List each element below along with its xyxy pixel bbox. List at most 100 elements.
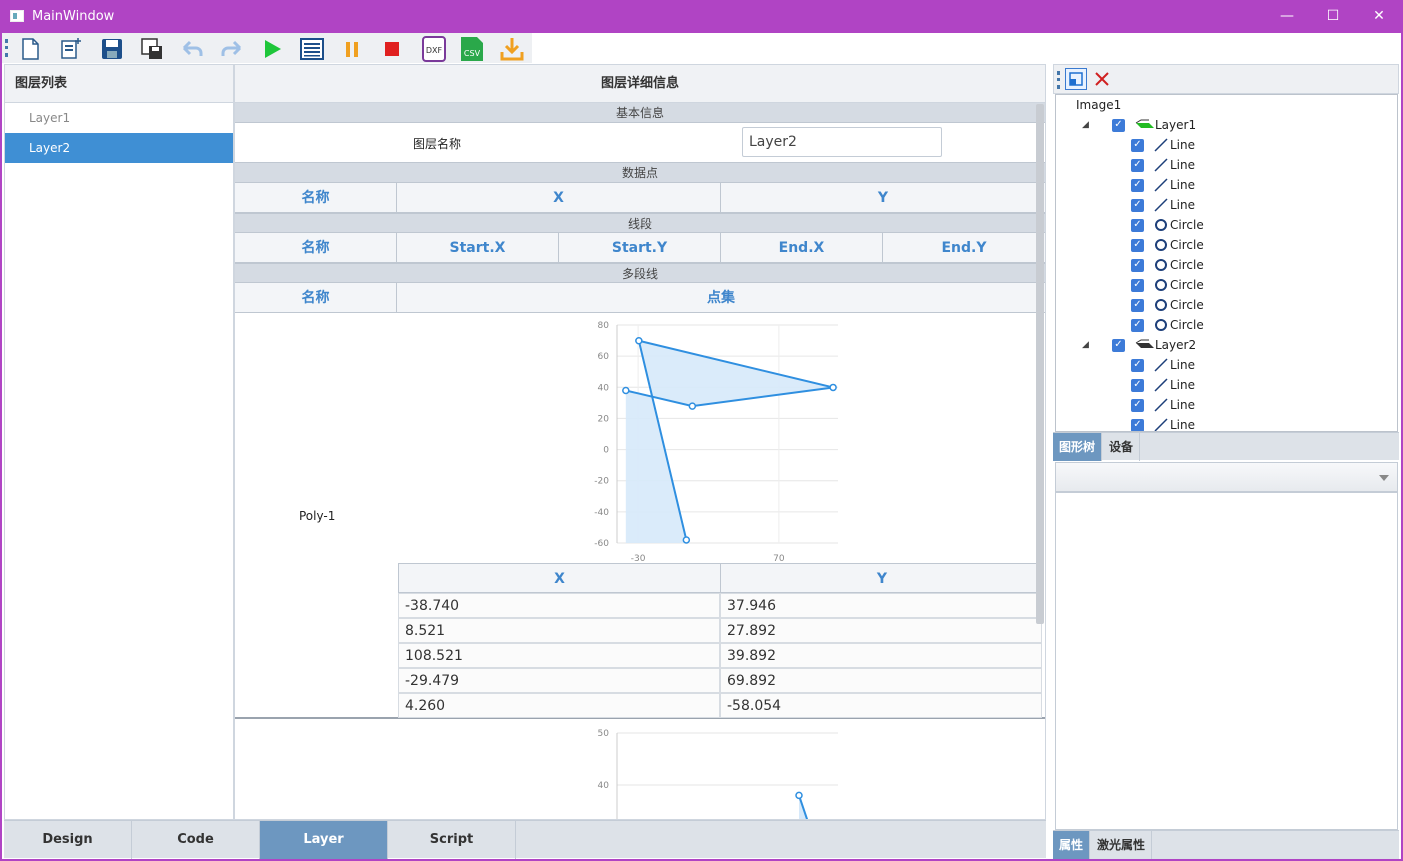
tree-node-label: Line <box>1170 378 1196 392</box>
table-cell[interactable]: -58.054 <box>720 693 1042 718</box>
table-cell[interactable]: 8.521 <box>398 618 720 643</box>
checkbox[interactable]: ✓ <box>1131 138 1144 152</box>
tab-shape-tree[interactable]: 图形树 <box>1053 433 1103 461</box>
tab-device[interactable]: 设备 <box>1103 433 1141 461</box>
checkbox[interactable]: ✓ <box>1131 318 1144 332</box>
tree-shape-node[interactable]: ✓ Circle <box>1131 315 1204 335</box>
table-cell[interactable]: 108.521 <box>398 643 720 668</box>
vertical-scrollbar[interactable] <box>1036 104 1044 624</box>
column-header[interactable]: 点集 <box>397 283 1045 312</box>
tree-shape-node[interactable]: ✓ Circle <box>1131 215 1204 235</box>
points-header-row: 名称 X Y <box>235 183 1045 213</box>
layer-list-item[interactable]: Layer1 <box>5 103 233 133</box>
tree-node-label: Line <box>1170 138 1196 152</box>
checkbox[interactable]: ✓ <box>1131 378 1144 392</box>
table-cell[interactable]: 37.946 <box>720 593 1042 618</box>
tab-code[interactable]: Code <box>132 821 260 859</box>
redo-icon[interactable] <box>218 35 246 62</box>
layer-name-field[interactable] <box>742 127 942 157</box>
checkbox[interactable]: ✓ <box>1131 258 1144 272</box>
tree-shape-node[interactable]: ✓ Circle <box>1131 295 1204 315</box>
table-cell[interactable]: 39.892 <box>720 643 1042 668</box>
save-as-icon[interactable] <box>138 35 166 62</box>
tree-shape-node[interactable]: ✓ Line <box>1131 395 1195 415</box>
table-row[interactable]: 4.260 -58.054 <box>398 693 1044 718</box>
stop-icon[interactable] <box>378 35 406 62</box>
table-cell[interactable]: -29.479 <box>398 668 720 693</box>
table-cell[interactable]: 69.892 <box>720 668 1042 693</box>
toolbar-grip[interactable] <box>1057 71 1060 89</box>
delete-icon[interactable] <box>1091 68 1113 90</box>
new-file-icon[interactable] <box>16 35 44 62</box>
column-header[interactable]: Start.X <box>397 233 559 262</box>
tree-layer-node[interactable]: ◢ ✓ Layer1 <box>1082 115 1196 135</box>
column-header[interactable]: End.X <box>721 233 883 262</box>
checkbox[interactable]: ✓ <box>1131 238 1144 252</box>
table-row[interactable]: 8.521 27.892 <box>398 618 1044 643</box>
checkbox[interactable]: ✓ <box>1131 218 1144 232</box>
column-header[interactable]: 名称 <box>235 183 397 212</box>
undo-icon[interactable] <box>178 35 206 62</box>
column-header[interactable]: 名称 <box>235 283 397 312</box>
maximize-button[interactable]: ☐ <box>1310 0 1356 33</box>
list-icon[interactable] <box>298 35 326 62</box>
table-row[interactable]: -38.740 37.946 <box>398 593 1044 618</box>
pause-icon[interactable] <box>338 35 366 62</box>
checkbox[interactable]: ✓ <box>1112 338 1125 352</box>
select-icon[interactable] <box>1065 68 1087 90</box>
checkbox[interactable]: ✓ <box>1131 298 1144 312</box>
tree-shape-node[interactable]: ✓ Line <box>1131 375 1195 395</box>
checkbox[interactable]: ✓ <box>1131 398 1144 412</box>
tree-shape-node[interactable]: ✓ Circle <box>1131 235 1204 255</box>
export-icon[interactable] <box>58 35 86 62</box>
table-row[interactable]: -29.479 69.892 <box>398 668 1044 693</box>
column-header[interactable]: X <box>397 183 721 212</box>
column-header[interactable]: Start.Y <box>559 233 721 262</box>
run-icon[interactable] <box>258 35 286 62</box>
column-header[interactable]: Y <box>721 183 1045 212</box>
data-point <box>635 336 643 345</box>
layer-list-item[interactable]: Layer2 <box>5 133 233 163</box>
tree-node-label: Line <box>1170 198 1196 212</box>
tree-shape-node[interactable]: ✓ Circle <box>1131 275 1204 295</box>
tab-properties[interactable]: 属性 <box>1053 831 1091 859</box>
dxf-icon[interactable]: DXF <box>420 35 448 62</box>
tree-shape-node[interactable]: ✓ Line <box>1131 175 1195 195</box>
checkbox[interactable]: ✓ <box>1131 178 1144 192</box>
checkbox[interactable]: ✓ <box>1131 278 1144 292</box>
column-header[interactable]: X <box>399 564 721 592</box>
tree-shape-node[interactable]: ✓ Circle <box>1131 255 1204 275</box>
table-row[interactable]: 108.521 39.892 <box>398 643 1044 668</box>
minimize-button[interactable]: — <box>1264 0 1310 33</box>
csv-icon[interactable]: CSV <box>458 35 486 62</box>
tree-shape-node[interactable]: ✓ Line <box>1131 415 1195 431</box>
tree-shape-node[interactable]: ✓ Line <box>1131 355 1195 375</box>
tree-shape-node[interactable]: ✓ Line <box>1131 195 1195 215</box>
tree-layer-node[interactable]: ◢ ✓ Layer2 <box>1082 335 1196 355</box>
column-header[interactable]: 名称 <box>235 233 397 262</box>
table-cell[interactable]: 27.892 <box>720 618 1042 643</box>
download-icon[interactable] <box>498 35 526 62</box>
column-header[interactable]: Y <box>721 564 1043 592</box>
tree-shape-node[interactable]: ✓ Line <box>1131 155 1195 175</box>
checkbox[interactable]: ✓ <box>1131 358 1144 372</box>
property-selector-dropdown[interactable] <box>1055 462 1398 492</box>
tree-root[interactable]: Image1 <box>1076 95 1121 115</box>
close-window-button[interactable]: ✕ <box>1356 0 1402 33</box>
save-icon[interactable] <box>98 35 126 62</box>
expand-arrow-icon[interactable]: ◢ <box>1082 115 1112 135</box>
tree-shape-node[interactable]: ✓ Line <box>1131 135 1195 155</box>
table-cell[interactable]: 4.260 <box>398 693 720 718</box>
table-cell[interactable]: -38.740 <box>398 593 720 618</box>
column-header[interactable]: End.Y <box>883 233 1045 262</box>
tab-laser-properties[interactable]: 激光属性 <box>1091 831 1153 859</box>
expand-arrow-icon[interactable]: ◢ <box>1082 335 1112 355</box>
checkbox[interactable]: ✓ <box>1131 198 1144 212</box>
tab-script[interactable]: Script <box>388 821 516 859</box>
tab-design[interactable]: Design <box>4 821 132 859</box>
tab-layer[interactable]: Layer <box>260 821 388 859</box>
checkbox[interactable]: ✓ <box>1112 118 1125 132</box>
toolbar-grip[interactable] <box>5 39 8 57</box>
checkbox[interactable]: ✓ <box>1131 158 1144 172</box>
checkbox[interactable]: ✓ <box>1131 418 1144 431</box>
